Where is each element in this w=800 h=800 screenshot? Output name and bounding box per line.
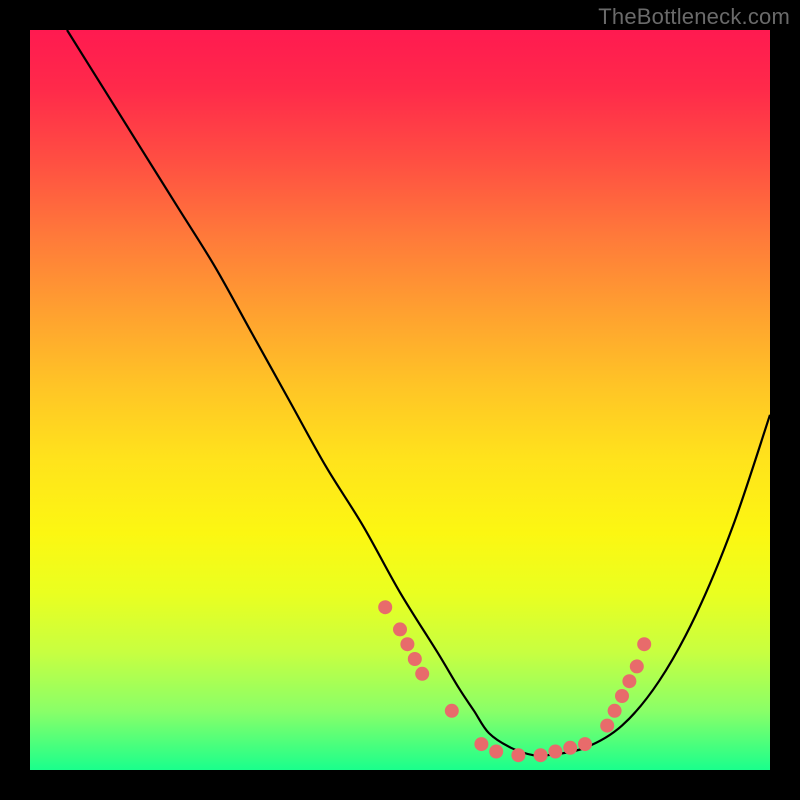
highlight-marker xyxy=(615,689,629,703)
highlight-marker xyxy=(622,674,636,688)
highlight-marker xyxy=(637,637,651,651)
highlight-marker xyxy=(393,622,407,636)
highlight-marker xyxy=(548,745,562,759)
curve-line xyxy=(67,30,770,756)
chart-svg xyxy=(0,0,800,800)
highlight-marker xyxy=(511,748,525,762)
highlight-marker xyxy=(445,704,459,718)
highlight-marker xyxy=(534,748,548,762)
highlight-marker xyxy=(630,659,644,673)
highlight-marker xyxy=(408,652,422,666)
highlight-marker xyxy=(400,637,414,651)
watermark-text: TheBottleneck.com xyxy=(598,4,790,30)
highlight-marker xyxy=(608,704,622,718)
highlight-marker xyxy=(415,667,429,681)
chart-container: TheBottleneck.com xyxy=(0,0,800,800)
highlight-marker xyxy=(578,737,592,751)
highlight-marker xyxy=(563,741,577,755)
highlight-marker xyxy=(378,600,392,614)
highlight-marker xyxy=(489,745,503,759)
highlight-marker xyxy=(600,719,614,733)
highlight-marker xyxy=(474,737,488,751)
